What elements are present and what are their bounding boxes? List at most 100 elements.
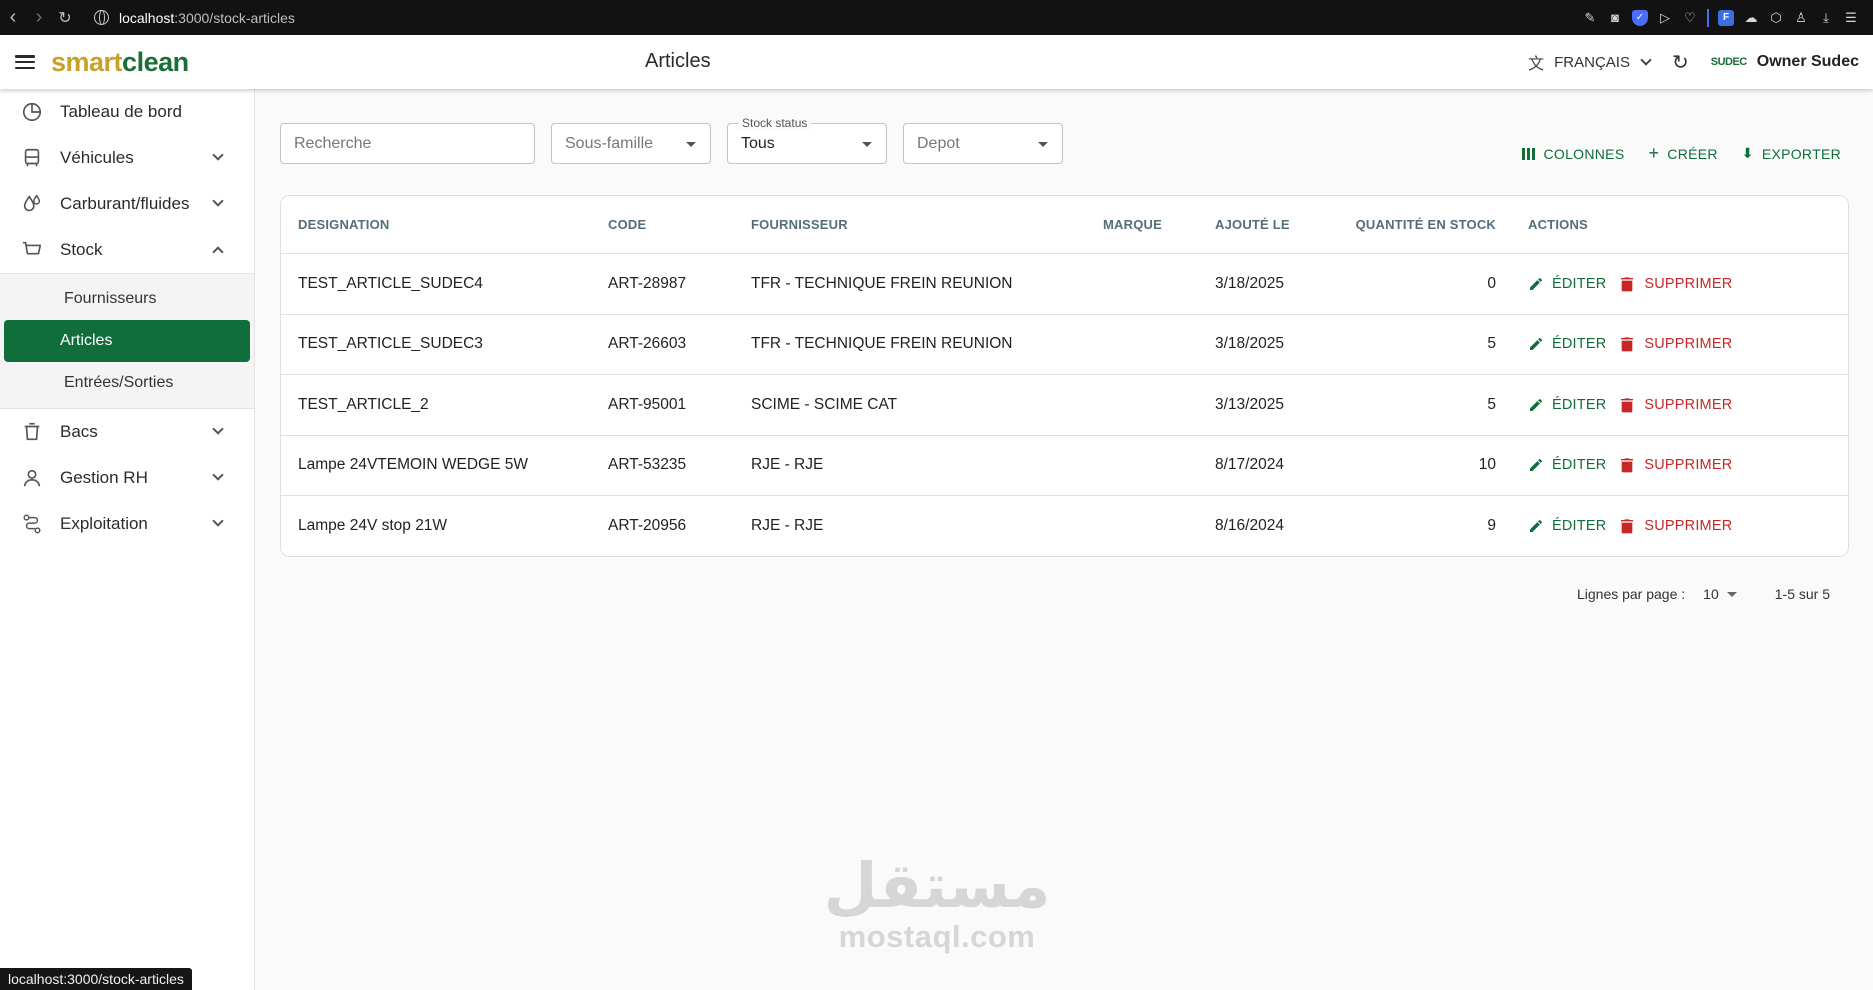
header-fournisseur[interactable]: FOURNISSEUR xyxy=(751,217,1103,232)
search-input[interactable]: Recherche xyxy=(280,123,535,164)
cell-fournisseur: TFR - TECHNIQUE FREIN REUNION xyxy=(751,335,1013,353)
sidebar-item-stock[interactable]: Stock xyxy=(0,227,254,273)
table-row[interactable]: Lampe 24VTEMOIN WEDGE 5W ART-53235 RJE -… xyxy=(281,436,1848,496)
header-marque[interactable]: MARQUE xyxy=(1103,217,1215,232)
sidebar-item-label: Bacs xyxy=(60,422,98,441)
cloud-icon[interactable]: ☁ xyxy=(1743,10,1759,26)
delete-button[interactable]: SUPPRIMER xyxy=(1620,518,1732,534)
header-code[interactable]: CODE xyxy=(608,217,751,232)
edit-button[interactable]: ÉDITER xyxy=(1528,518,1606,534)
pencil-icon xyxy=(1530,459,1543,472)
app-header: smartclean Articles 文 FRANÇAIS ↻ SUDEC O… xyxy=(0,35,1873,89)
back-icon[interactable]: ‹ xyxy=(0,0,26,35)
download-icon: ⬇ xyxy=(1741,145,1754,161)
extension-icons: ✎ ◙ ✓ ▷ ♡ F ☁ ⬡ ♙ ⤓ ☰ xyxy=(1582,8,1873,27)
chevron-down-icon xyxy=(212,515,224,527)
address-bar[interactable]: localhost:3000/stock-articles xyxy=(94,10,295,26)
user-name[interactable]: Owner Sudec xyxy=(1757,53,1859,71)
cell-fournisseur: RJE - RJE xyxy=(751,456,824,474)
table-row[interactable]: TEST_ARTICLE_SUDEC4 ART-28987 TFR - TECH… xyxy=(281,254,1848,315)
sidebar-item-exploitation[interactable]: Exploitation xyxy=(0,501,254,547)
sidebar-item-bacs[interactable]: Bacs xyxy=(0,409,254,455)
sidebar-item-carburant[interactable]: Carburant/fluides xyxy=(0,181,254,227)
reload-icon[interactable]: ↻ xyxy=(52,0,78,35)
rows-per-page-select[interactable]: 10 xyxy=(1703,586,1737,602)
sidebar-item-vehicules[interactable]: Véhicules xyxy=(0,135,254,181)
cart-icon xyxy=(20,238,44,262)
delete-button[interactable]: SUPPRIMER xyxy=(1620,397,1732,413)
stock-status-select[interactable]: Stock status Tous xyxy=(727,116,887,164)
cell-date: 3/18/2025 xyxy=(1215,335,1284,353)
sous-famille-select[interactable]: Sous-famille xyxy=(551,123,711,164)
camera-icon[interactable]: ◙ xyxy=(1607,10,1623,26)
delete-label: SUPPRIMER xyxy=(1644,457,1733,474)
heart-icon[interactable]: ♡ xyxy=(1682,10,1698,26)
edit-button[interactable]: ÉDITER xyxy=(1528,336,1606,352)
cube-icon[interactable]: ⬡ xyxy=(1768,10,1784,26)
create-button[interactable]: + CRÉER xyxy=(1648,143,1717,164)
trash-icon xyxy=(1621,458,1634,473)
pencil-icon xyxy=(1530,398,1543,411)
sidebar-item-label: Carburant/fluides xyxy=(60,194,190,213)
shield-icon[interactable]: ✓ xyxy=(1632,9,1648,26)
chevron-down-icon xyxy=(212,423,224,435)
download-icon[interactable]: ⤓ xyxy=(1818,10,1834,26)
export-button[interactable]: ⬇ EXPORTER xyxy=(1742,145,1841,162)
sidebar-item-articles[interactable]: Articles xyxy=(4,320,250,362)
rows-per-page-label: Lignes par page : xyxy=(1576,586,1686,602)
edit-button[interactable]: ÉDITER xyxy=(1528,276,1606,292)
sidebar-item-entrees-sorties[interactable]: Entrées/Sorties xyxy=(4,362,250,404)
depot-select[interactable]: Depot xyxy=(903,123,1063,164)
header-ajoute-le[interactable]: AJOUTÉ LE xyxy=(1215,217,1349,232)
refresh-icon[interactable]: ↻ xyxy=(1672,50,1689,75)
hamburger-menu-icon[interactable] xyxy=(13,50,37,74)
cell-designation: Lampe 24V stop 21W xyxy=(298,517,448,535)
cell-actions: ÉDITER SUPPRIMER xyxy=(1499,336,1839,352)
cell-fournisseur: TFR - TECHNIQUE FREIN REUNION xyxy=(751,274,1013,292)
watermark-latin: mostaql.com xyxy=(838,919,1036,954)
app-logo[interactable]: smartclean xyxy=(51,47,189,78)
delete-label: SUPPRIMER xyxy=(1644,336,1733,353)
droplet-icon xyxy=(20,192,44,216)
articles-table: DESIGNATION CODE FOURNISSEUR MARQUE AJOU… xyxy=(280,195,1849,557)
url-host: localhost xyxy=(119,9,175,26)
delete-label: SUPPRIMER xyxy=(1644,518,1733,535)
edit-label: ÉDITER xyxy=(1552,336,1607,353)
edit-button[interactable]: ÉDITER xyxy=(1528,457,1606,473)
chevron-down-icon xyxy=(212,469,224,481)
menu-icon[interactable]: ☰ xyxy=(1843,10,1859,26)
forward-icon[interactable]: › xyxy=(26,0,52,35)
profile-icon[interactable]: ♙ xyxy=(1793,10,1809,26)
cell-fournisseur: SCIME - SCIME CAT xyxy=(751,395,898,413)
header-designation[interactable]: DESIGNATION xyxy=(281,217,608,232)
search-placeholder: Recherche xyxy=(294,134,372,152)
extension-square-icon[interactable]: F xyxy=(1718,9,1734,26)
sidebar-item-tableau-de-bord[interactable]: Tableau de bord xyxy=(0,89,254,135)
table-header: DESIGNATION CODE FOURNISSEUR MARQUE AJOU… xyxy=(281,196,1848,254)
table-row[interactable]: TEST_ARTICLE_SUDEC3 ART-26603 TFR - TECH… xyxy=(281,315,1848,375)
sidebar-item-label: Exploitation xyxy=(60,514,148,533)
delete-button[interactable]: SUPPRIMER xyxy=(1620,336,1732,352)
sidebar-item-fournisseurs[interactable]: Fournisseurs xyxy=(4,278,250,320)
rows-per-page-value: 10 xyxy=(1703,586,1719,602)
chevron-up-icon xyxy=(212,246,224,258)
watermark: مستقل mostaql.com xyxy=(822,855,1052,955)
bin-icon xyxy=(20,420,44,444)
logo-smart: smart xyxy=(51,46,123,77)
columns-button[interactable]: COLONNES xyxy=(1522,146,1624,162)
cell-quantity: 9 xyxy=(1487,517,1496,535)
header-quantite[interactable]: QUANTITÉ EN STOCK xyxy=(1349,217,1499,232)
edit-button[interactable]: ÉDITER xyxy=(1528,397,1606,413)
table-row[interactable]: Lampe 24V stop 21W ART-20956 RJE - RJE 8… xyxy=(281,496,1848,556)
divider xyxy=(1707,8,1709,27)
language-selector[interactable]: 文 FRANÇAIS xyxy=(1528,50,1652,74)
chevron-down-icon xyxy=(212,195,224,207)
cell-designation: Lampe 24VTEMOIN WEDGE 5W xyxy=(298,456,528,474)
delete-button[interactable]: SUPPRIMER xyxy=(1620,276,1732,292)
delete-button[interactable]: SUPPRIMER xyxy=(1620,457,1732,473)
send-icon[interactable]: ▷ xyxy=(1657,10,1673,26)
table-row[interactable]: TEST_ARTICLE_2 ART-95001 SCIME - SCIME C… xyxy=(281,375,1848,436)
sidebar-item-gestion-rh[interactable]: Gestion RH xyxy=(0,455,254,501)
cell-code: ART-95001 xyxy=(608,395,687,413)
edit-icon[interactable]: ✎ xyxy=(1582,10,1598,26)
